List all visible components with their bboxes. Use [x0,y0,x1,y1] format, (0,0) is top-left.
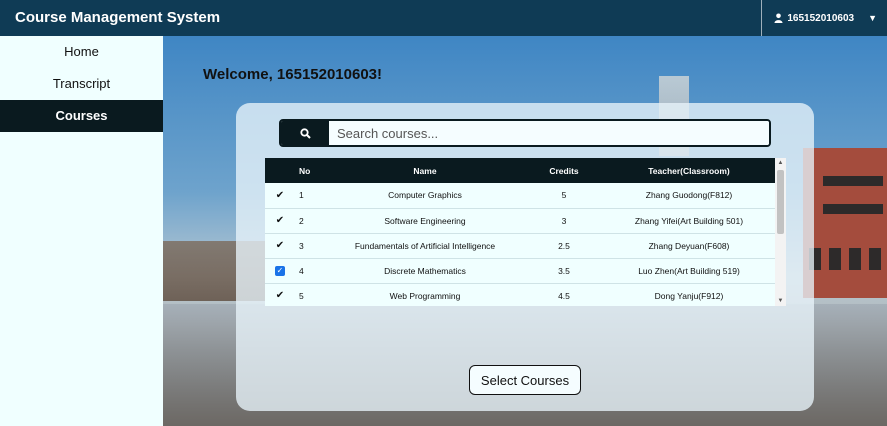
cell-teacher: Zhang Guodong(F812) [645,190,733,201]
cell-credits: 3.5 [558,265,570,276]
cell-no: 3 [299,240,304,251]
background-building-right [803,148,887,298]
user-icon [774,13,783,23]
top-navbar: Course Management System 165152010603 ▼ [0,0,887,36]
check-icon[interactable]: ✔ [276,290,284,301]
sidebar: Home Transcript Courses [0,36,163,426]
courses-table: No Name Credits Teacher(Classroom) ✔ 1 C… [265,158,775,306]
check-icon[interactable]: ✔ [276,240,284,251]
sidebar-item-transcript[interactable]: Transcript [0,68,163,100]
table-row[interactable]: ✔ 3 Fundamentals of Artificial Intellige… [265,233,775,258]
cell-teacher: Zhang Yifei(Art Building 501) [634,215,744,226]
courses-table-container[interactable]: No Name Credits Teacher(Classroom) ✔ 1 C… [265,158,786,306]
cell-name: Discrete Mathematics [384,265,466,276]
sidebar-item-courses[interactable]: Courses [0,100,163,132]
cell-teacher: Luo Zhen(Art Building 519) [638,265,740,276]
col-header-teacher: Teacher(Classroom) [648,165,730,176]
cell-no: 4 [299,265,304,276]
cell-name: Software Engineering [384,215,466,226]
main-content: Welcome, 165152010603! No Name Credits [163,36,887,426]
search-button[interactable] [281,121,329,145]
scroll-down-arrow-icon[interactable]: ▼ [775,296,786,306]
scroll-up-arrow-icon[interactable]: ▲ [775,158,786,168]
cell-no: 5 [299,290,304,301]
cell-credits: 2.5 [558,240,570,251]
caret-down-icon: ▼ [868,13,877,23]
cell-credits: 4.5 [558,290,570,301]
course-panel: No Name Credits Teacher(Classroom) ✔ 1 C… [236,103,814,411]
search-bar [279,119,771,147]
welcome-heading: Welcome, 165152010603! [203,66,383,83]
user-menu[interactable]: 165152010603 ▼ [761,0,887,36]
col-header-credits: Credits [549,165,579,176]
search-icon [299,127,311,139]
table-header-row: No Name Credits Teacher(Classroom) [265,158,775,183]
cell-name: Web Programming [389,290,461,301]
username-label: 165152010603 [787,12,855,24]
cell-no: 1 [299,190,304,201]
check-icon[interactable]: ✔ [276,190,284,201]
cell-credits: 5 [561,190,567,201]
cell-teacher: Dong Yanju(F912) [654,290,724,301]
table-row[interactable]: ✔ 1 Computer Graphics 5 Zhang Guodong(F8… [265,183,775,208]
cell-credits: 3 [561,215,567,226]
table-row[interactable]: ✔ 2 Software Engineering 3 Zhang Yifei(A… [265,208,775,233]
table-row[interactable]: ✓ 4 Discrete Mathematics 3.5 Luo Zhen(Ar… [265,258,775,283]
search-input[interactable] [329,121,769,145]
sidebar-item-home[interactable]: Home [0,36,163,68]
checkbox-checked[interactable]: ✓ [275,266,285,276]
select-courses-button[interactable]: Select Courses [469,365,581,395]
table-row[interactable]: ✔ 5 Web Programming 4.5 Dong Yanju(F912) [265,283,775,306]
check-icon[interactable]: ✔ [276,215,284,226]
cell-teacher: Zhang Deyuan(F608) [648,240,730,251]
col-header-select [265,158,295,183]
cell-no: 2 [299,215,304,226]
col-header-name: Name [413,165,437,176]
cell-name: Computer Graphics [388,190,462,201]
cell-name: Fundamentals of Artificial Intelligence [354,240,496,251]
col-header-no: No [299,165,311,176]
table-scrollbar[interactable]: ▲ ▼ [775,158,786,306]
app-title[interactable]: Course Management System [15,9,220,26]
scroll-thumb[interactable] [777,170,784,234]
